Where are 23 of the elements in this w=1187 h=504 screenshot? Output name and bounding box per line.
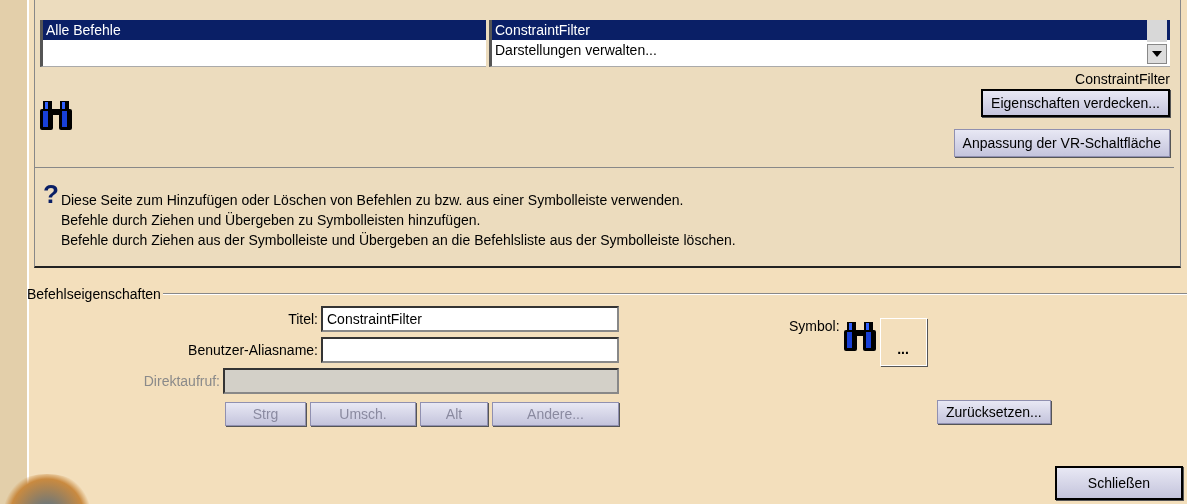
scrollbar[interactable] <box>1147 20 1167 42</box>
command-button[interactable]: Anpassung der VR-Schaltfläche <box>953 129 1170 157</box>
help-text: Diese Seite zum Hinzufügen oder Löschen von Befehlen zu bzw. aus einer Symbolleiste verwenden. <box>60 191 685 210</box>
caret-icon <box>1152 51 1162 57</box>
help-text: Befehle durch Ziehen und Übergeben zu Symbolleisten hinzufügen. <box>60 211 482 230</box>
command-button[interactable]: Eigenschaften verdecken... <box>981 89 1170 117</box>
browse-button[interactable]: ... <box>879 318 927 366</box>
list-item[interactable]: ConstraintFilter <box>492 20 1170 40</box>
list-item[interactable]: Alle Befehle <box>43 20 486 40</box>
reset-button[interactable]: Zurücksetzen... <box>937 400 1051 424</box>
group-title: Befehlseigenschaften <box>27 286 161 302</box>
list-item[interactable]: Darstellungen verwalten... <box>492 40 1170 60</box>
field-label: Titel: <box>288 311 318 327</box>
symbol-label: Symbol: <box>789 318 840 334</box>
selected-command-name: ConstraintFilter <box>1075 70 1170 89</box>
help-text: Befehle durch Ziehen aus der Symbolleiste und Übergeben an die Befehlsliste aus der Symbolleiste löschen. <box>60 231 736 250</box>
field-label: Benutzer-Aliasname: <box>188 342 318 358</box>
field-label: Direktaufruf: <box>143 373 220 389</box>
input-field[interactable]: ConstraintFilter <box>321 306 619 332</box>
help-icon: ? <box>43 182 59 250</box>
close-button[interactable]: Schließen <box>1055 466 1183 500</box>
scroll-down-button[interactable] <box>1147 44 1167 64</box>
input-field[interactable] <box>321 337 619 363</box>
